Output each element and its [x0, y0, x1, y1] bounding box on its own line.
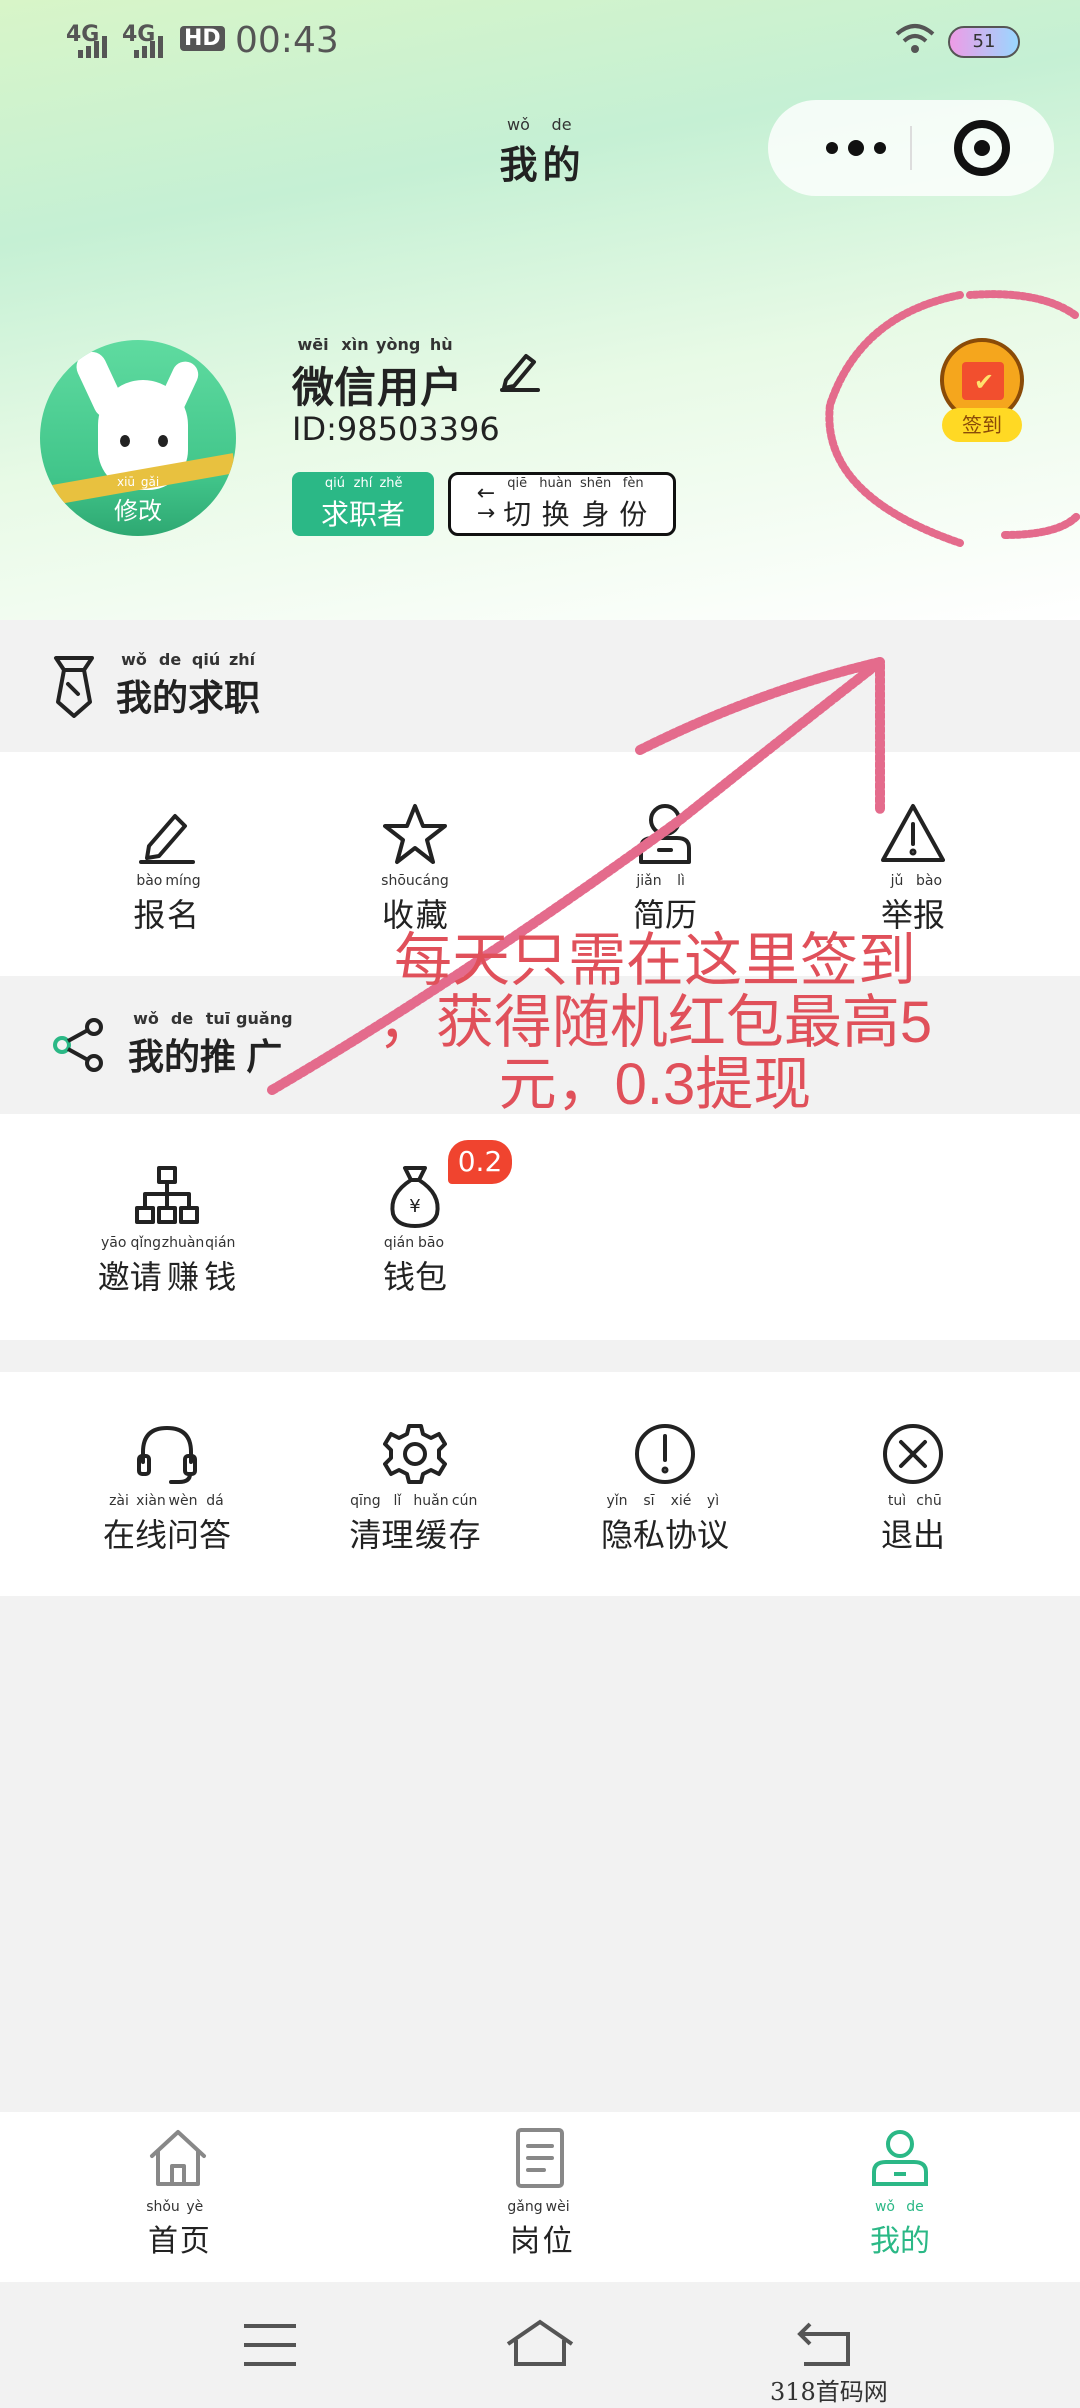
edit-icon — [139, 814, 195, 864]
promo-annotation-text: 每天只需在这里签到 ，获得随机红包最高5 元，0.3提现 — [377, 928, 933, 1117]
page-title: wǒ 我 de 的 — [499, 115, 581, 188]
edit-name-icon[interactable] — [498, 348, 542, 392]
misc-grid: zài 在 xiàn 线 wèn 问 dá 答 qīng 清 lǐ 理 huǎn 缓 cún 存 yǐn 隐 s… — [0, 1372, 1080, 1596]
system-nav-bar: 318首码网 www.e318.com — [0, 2282, 1080, 2408]
user-icon — [872, 2130, 928, 2186]
wallet-badge: 0.2 — [448, 1140, 512, 1184]
role-tag: qiú 求 zhí 职 zhě 者 — [292, 472, 434, 536]
grid-item-clear-cache[interactable]: qīng 清 lǐ 理 huǎn 缓 cún 存 — [290, 1422, 540, 1556]
settings-icon — [383, 1424, 447, 1484]
grid-item-logout[interactable]: tuì 退 chū 出 — [788, 1422, 1038, 1556]
miniprogram-capsule — [768, 100, 1054, 196]
annotation-circle — [825, 290, 1080, 547]
grid-item-privacy[interactable]: yǐn 隐 sī 私 xié 协 yì 议 — [540, 1422, 790, 1556]
home-icon — [150, 2130, 206, 2186]
grid-item-online-qa[interactable]: zài 在 xiàn 线 wèn 问 dá 答 — [42, 1422, 292, 1556]
hd-badge: HD — [180, 26, 225, 51]
info-icon — [635, 1424, 695, 1484]
grid-item-invite[interactable]: yāo 邀 qǐng 请 zhuàn 赚 qián 钱 — [42, 1164, 292, 1298]
tab-positions[interactable]: gǎng 岗 wèi 位 — [440, 2128, 640, 2260]
avatar-edit-label[interactable]: xiū 修 gǎi 改 — [40, 471, 236, 526]
tab-bar: shǒu 首 yè 页 gǎng 岗 wèi 位 wǒ 我 de 的 — [0, 2112, 1080, 2282]
capsule-divider — [910, 126, 912, 170]
signal-bars-icon — [78, 36, 107, 58]
back-icon[interactable] — [796, 2320, 852, 2368]
money-bag-icon: ¥ — [390, 1166, 440, 1228]
username: wēi 微 xìn 信 yòng 用 hù 户 — [292, 335, 463, 413]
promo-grid: yāo 邀 qǐng 请 zhuàn 赚 qián 钱 ¥ qián 钱 bāo 包 — [0, 1114, 1080, 1340]
signal-bars-2-icon — [134, 36, 163, 58]
share-icon — [53, 1018, 103, 1072]
document-icon — [516, 2128, 564, 2188]
grid-item-signup[interactable]: bào 报 míng 名 — [42, 802, 292, 936]
headset-icon — [137, 1426, 197, 1484]
status-bar: 4G 4G HD 00:43 51 — [0, 0, 1080, 80]
switch-identity-button[interactable]: ← → qiē 切 huàn 换 shēn 身 fèn 份 — [448, 472, 676, 536]
close-circle-icon — [883, 1424, 943, 1484]
tie-icon — [54, 656, 94, 718]
grid-item-wallet[interactable]: ¥ qián 钱 bāo 包 — [290, 1164, 540, 1298]
swap-arrows-icon: ← → — [476, 481, 496, 526]
wifi-icon — [895, 24, 935, 53]
user-id: ID:98503396 — [292, 410, 500, 448]
clock: 00:43 — [235, 20, 339, 61]
avatar[interactable]: xiū 修 gǎi 改 — [40, 340, 236, 536]
tab-mine[interactable]: wǒ 我 de 的 — [800, 2128, 1000, 2260]
battery-indicator: 51 — [948, 26, 1020, 58]
home-nav-icon[interactable] — [504, 2318, 576, 2368]
watermark: 318首码网 www.e318.com — [770, 2378, 955, 2408]
more-icon[interactable] — [806, 128, 906, 168]
svg-text:¥: ¥ — [409, 1196, 420, 1217]
network-icon — [135, 1166, 199, 1224]
close-miniprogram-icon[interactable] — [954, 120, 1010, 176]
menu-icon[interactable] — [242, 2322, 298, 2368]
tab-home[interactable]: shǒu 首 yè 页 — [78, 2128, 278, 2260]
